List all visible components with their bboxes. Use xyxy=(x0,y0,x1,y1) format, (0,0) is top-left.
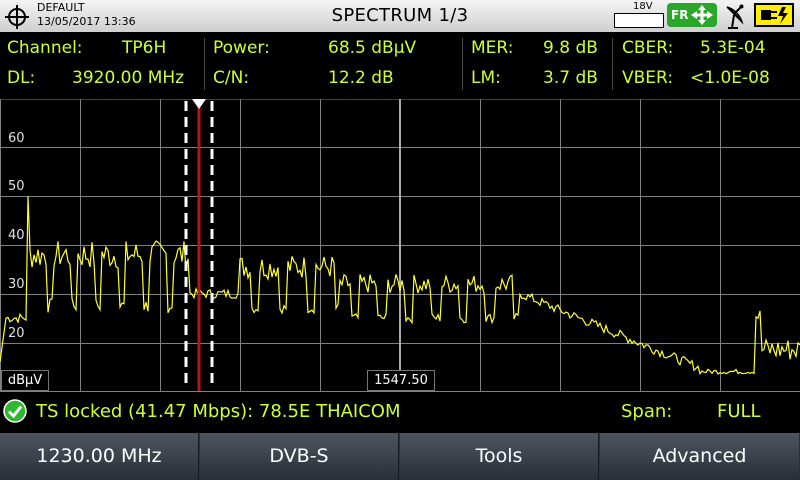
mer-value: 9.8 dB xyxy=(543,38,598,58)
channel-label: Channel: xyxy=(7,38,83,58)
fr-badge[interactable]: FR xyxy=(667,3,717,27)
y-tick-label: 40 xyxy=(8,228,25,243)
center-frequency-label: 1547.50 xyxy=(367,370,435,391)
lm-value: 3.7 dB xyxy=(543,68,598,88)
lm-label: LM: xyxy=(471,68,501,88)
ts-lock-status: TS locked (41.47 Mbps): 78.5E THAICOM xyxy=(36,401,401,422)
vber-label: VBER: xyxy=(622,68,674,88)
advanced-softkey[interactable]: Advanced xyxy=(600,433,799,480)
vber-value: <1.0E-08 xyxy=(690,68,770,88)
y-tick-label: 60 xyxy=(8,131,25,146)
status-bar: TS locked (41.47 Mbps): 78.5E THAICOM Sp… xyxy=(0,397,800,429)
marker-triangle-icon xyxy=(192,99,206,109)
unit-label: dBµV xyxy=(1,370,49,391)
check-icon xyxy=(3,399,27,423)
power-value: 68.5 dBµV xyxy=(328,38,417,58)
lnb-voltage: 18V xyxy=(633,1,653,12)
divider xyxy=(204,38,205,90)
dl-value: 3920.00 MHz xyxy=(72,68,185,88)
y-tick-label: 20 xyxy=(8,326,25,341)
battery-icon xyxy=(614,13,664,28)
span-label: Span: xyxy=(621,401,673,422)
cber-value: 5.3E-04 xyxy=(700,38,766,58)
spectrum-plot[interactable]: 60 50 40 30 20 dBµV 1547.50 xyxy=(0,99,800,392)
cn-label: C/N: xyxy=(213,68,250,88)
power-plug-icon xyxy=(754,3,794,27)
measurement-panel: Channel: TP6H DL: 3920.00 MHz Power: 68.… xyxy=(0,32,800,94)
frequency-softkey[interactable]: 1230.00 MHz xyxy=(0,433,199,480)
power-label: Power: xyxy=(213,38,270,58)
softkey-bar: 1230.00 MHz DVB-S Tools Advanced xyxy=(0,433,800,480)
cn-value: 12.2 dB xyxy=(328,68,394,88)
divider xyxy=(462,38,463,90)
cber-label: CBER: xyxy=(622,38,674,58)
y-tick-label: 50 xyxy=(8,179,25,194)
move-icon xyxy=(691,5,713,25)
spectrum-graph[interactable] xyxy=(0,99,800,392)
divider xyxy=(612,38,613,90)
mer-label: MER: xyxy=(471,38,514,58)
fr-label: FR xyxy=(671,8,689,22)
span-value: FULL xyxy=(717,401,761,422)
channel-value: TP6H xyxy=(122,38,167,58)
top-bar: DEFAULT 13/05/2017 13:36 SPECTRUM 1/3 18… xyxy=(0,0,800,32)
tools-softkey[interactable]: Tools xyxy=(400,433,599,480)
dl-label: DL: xyxy=(7,68,36,88)
y-tick-label: 30 xyxy=(8,277,25,292)
standard-softkey[interactable]: DVB-S xyxy=(200,433,399,480)
satellite-icon xyxy=(726,4,744,29)
